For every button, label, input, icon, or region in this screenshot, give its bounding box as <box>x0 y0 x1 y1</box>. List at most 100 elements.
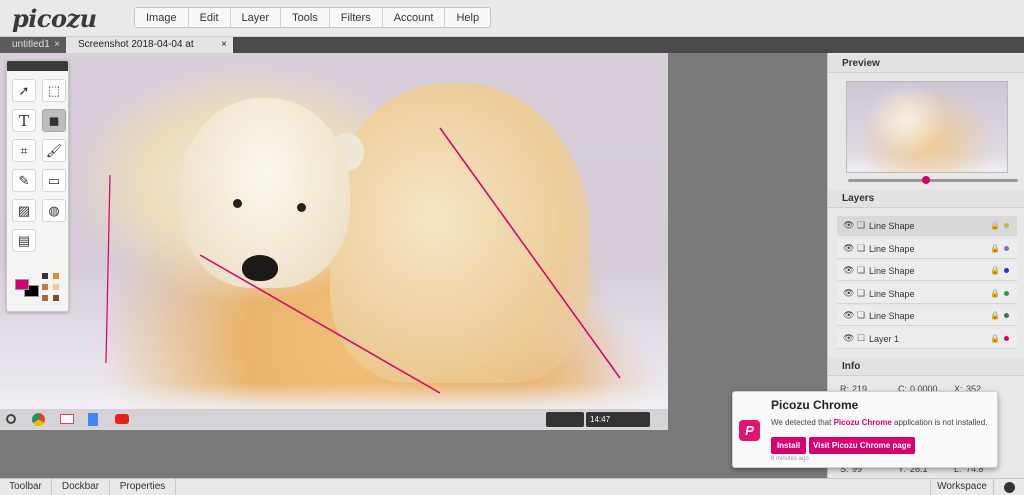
layer-row[interactable]: 👁 ❏ Line Shape 🔒 <box>837 239 1017 259</box>
youtube-icon <box>115 414 129 424</box>
brush-tool-icon[interactable]: 🖌 <box>42 139 66 162</box>
line-shapes-overlay <box>105 127 621 394</box>
docs-icon <box>88 413 98 426</box>
visibility-eye-icon[interactable]: 👁 <box>843 333 857 344</box>
eyedropper-tool-icon[interactable]: ✎ <box>12 169 36 192</box>
message-highlight: Picozu Chrome <box>833 418 892 427</box>
select-tool-icon[interactable]: ⬚ <box>42 79 66 102</box>
info-panel-title[interactable]: Info <box>828 358 1024 376</box>
shelf-clock: 14:47 <box>586 412 650 427</box>
shape-layer-icon: ❏ <box>857 265 866 275</box>
menu-help[interactable]: Help <box>445 8 490 27</box>
foreground-color-swatch[interactable] <box>15 279 29 290</box>
picozu-app-icon: P <box>739 420 760 441</box>
dockbar-toggle[interactable]: Dockbar <box>52 479 110 495</box>
lock-icon[interactable]: 🔒 <box>990 266 1004 275</box>
mini-swatch[interactable] <box>42 295 48 301</box>
layer-row[interactable]: 👁 ❏ Line Shape 🔒 <box>837 261 1017 281</box>
bucket-tool-icon[interactable]: ◍ <box>42 199 66 222</box>
layer-color-dot <box>1004 268 1009 273</box>
visibility-eye-icon[interactable]: 👁 <box>843 243 857 254</box>
menu-filters[interactable]: Filters <box>330 8 383 27</box>
layer-color-dot <box>1004 313 1009 318</box>
layer-row[interactable]: 👁 ❏ Line Shape 🔒 <box>837 306 1017 326</box>
mini-swatch[interactable] <box>53 284 59 290</box>
mini-swatch[interactable] <box>42 273 48 279</box>
crop-tool-icon[interactable]: ⌗ <box>12 139 36 162</box>
layer-row[interactable]: 👁 ❏ Line Shape 🔒 <box>837 284 1017 304</box>
toolbar-toggle[interactable]: Toolbar <box>0 479 52 495</box>
eraser-tool-icon[interactable]: ▭ <box>42 169 66 192</box>
chrome-icon <box>32 413 45 426</box>
toolbox-panel[interactable]: ➚ ⬚ T ◼ ⌗ 🖌 ✎ ▭ ▨ ◍ ▤ <box>6 60 69 312</box>
mini-swatch[interactable] <box>53 273 59 279</box>
color-swatches <box>12 271 67 309</box>
preview-panel-title[interactable]: Preview <box>828 55 1024 73</box>
picozu-chrome-notification: P Picozu Chrome We detected that Picozu … <box>732 391 998 468</box>
tab-close-icon[interactable]: × <box>221 37 227 53</box>
tab-close-icon[interactable]: × <box>54 37 60 53</box>
layer-color-dot <box>1004 223 1009 228</box>
menu-layer[interactable]: Layer <box>231 8 282 27</box>
layer-color-dot <box>1004 336 1009 341</box>
layers-panel-title[interactable]: Layers <box>828 190 1024 208</box>
picozu-logo[interactable]: picozu <box>12 4 97 33</box>
menu-account[interactable]: Account <box>383 8 446 27</box>
message-text: application is not installed. <box>891 418 988 427</box>
properties-toggle[interactable]: Properties <box>110 479 176 495</box>
notification-timestamp: 8 minutes ago <box>771 456 809 462</box>
mini-swatch[interactable] <box>53 295 59 301</box>
workspace-button[interactable]: Workspace <box>930 479 994 495</box>
layer-name: Line Shape <box>869 310 915 321</box>
menu-image[interactable]: Image <box>135 8 189 27</box>
shelf-status-icons <box>546 412 584 427</box>
mini-swatch[interactable] <box>42 284 48 290</box>
shape-layer-icon: ❏ <box>857 243 866 253</box>
visit-chrome-page-button[interactable]: Visit Picozu Chrome page <box>809 437 915 454</box>
menu-edit[interactable]: Edit <box>189 8 231 27</box>
main-menu: Image Edit Layer Tools Filters Account H… <box>134 7 492 28</box>
layer-row[interactable]: 👁 ❏ Line Shape 🔒 <box>837 216 1017 236</box>
menu-tools[interactable]: Tools <box>281 8 330 27</box>
lock-icon[interactable]: 🔒 <box>990 289 1004 298</box>
lock-icon[interactable]: 🔒 <box>990 244 1004 253</box>
zoom-slider-handle[interactable] <box>922 176 930 184</box>
document-tabs: untitled1 × Screenshot 2018-04-04 at 14.… <box>0 37 1024 66</box>
preview-thumbnail[interactable] <box>846 81 1008 173</box>
globe-icon[interactable] <box>1004 482 1015 493</box>
stamp-tool-icon[interactable]: ▤ <box>12 229 36 252</box>
visibility-eye-icon[interactable]: 👁 <box>843 265 857 276</box>
gmail-icon <box>60 414 74 424</box>
shape-tool-icon[interactable]: ◼ <box>42 109 66 132</box>
shape-layer-icon: ❏ <box>857 220 866 230</box>
line-shape-3 <box>439 127 621 379</box>
layer-row[interactable]: 👁 ☐ Layer 1 🔒 <box>837 329 1017 349</box>
install-button[interactable]: Install <box>771 437 806 454</box>
move-tool-icon[interactable]: ➚ <box>12 79 36 102</box>
top-bar: picozu Image Edit Layer Tools Filters Ac… <box>0 0 1024 37</box>
visibility-eye-icon[interactable]: 👁 <box>843 288 857 299</box>
visibility-eye-icon[interactable]: 👁 <box>843 220 857 231</box>
shape-layer-icon: ❏ <box>857 310 866 320</box>
lock-icon[interactable]: 🔒 <box>990 334 1004 343</box>
message-text: We detected that <box>771 418 834 427</box>
smudge-tool-icon[interactable]: ▨ <box>12 199 36 222</box>
toolbox-header[interactable] <box>7 61 68 71</box>
tab-screenshot[interactable]: Screenshot 2018-04-04 at 14.47.23.png × <box>66 37 233 66</box>
text-tool-icon[interactable]: T <box>12 109 36 132</box>
notification-message: We detected that Picozu Chrome applicati… <box>771 418 987 427</box>
layer-name: Line Shape <box>869 265 915 276</box>
zoom-slider-track[interactable] <box>848 179 1018 182</box>
tab-untitled1[interactable]: untitled1 × <box>0 37 66 53</box>
notification-title: Picozu Chrome <box>771 398 859 412</box>
visibility-eye-icon[interactable]: 👁 <box>843 310 857 321</box>
line-shape-1 <box>105 174 111 364</box>
lock-icon[interactable]: 🔒 <box>990 311 1004 320</box>
layer-name: Layer 1 <box>869 333 900 344</box>
lock-icon[interactable]: 🔒 <box>990 221 1004 230</box>
launcher-icon <box>6 414 16 424</box>
tool-grid: ➚ ⬚ T ◼ ⌗ 🖌 ✎ ▭ ▨ ◍ ▤ <box>12 79 67 252</box>
image-canvas[interactable]: 14:47 <box>0 53 668 430</box>
raster-layer-icon: ☐ <box>857 333 866 343</box>
layer-name: Line Shape <box>869 288 915 299</box>
